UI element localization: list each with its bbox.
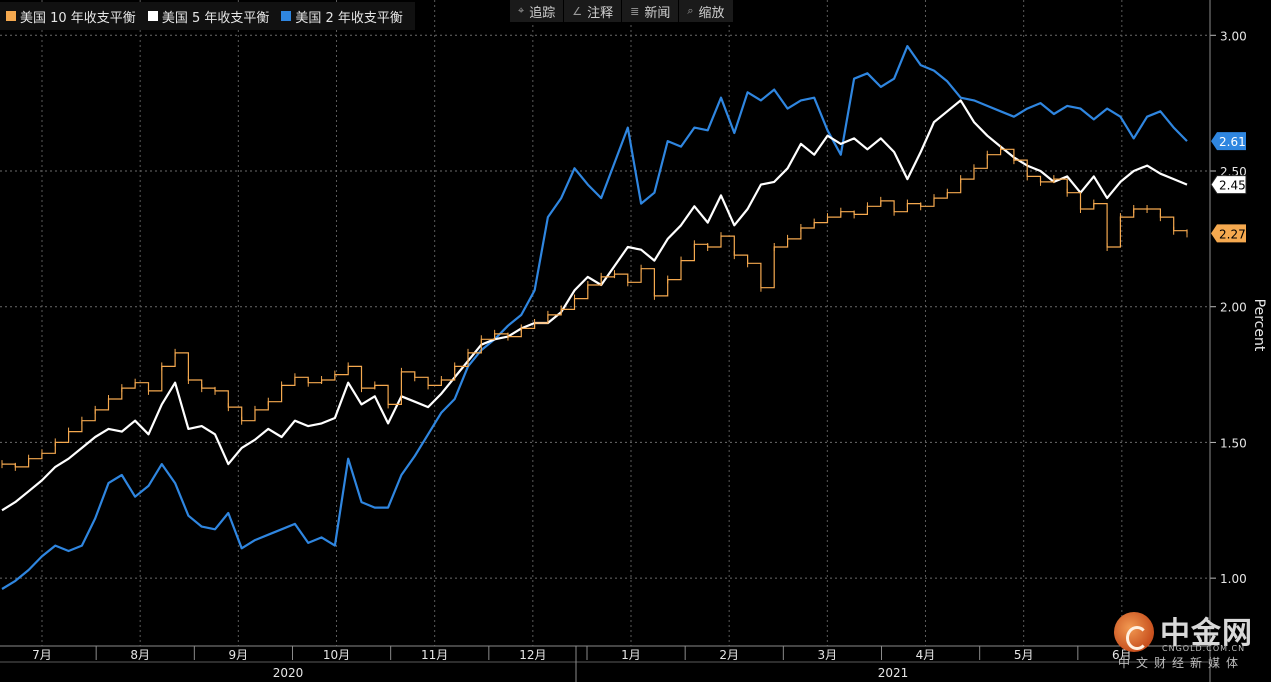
x-year-label: 2020 (273, 666, 304, 680)
track-button[interactable]: ⌖ 追踪 (510, 0, 565, 22)
zoom-label: 缩放 (698, 5, 725, 21)
x-tick-label: 4月 (916, 648, 936, 662)
annotate-label: 注释 (587, 5, 614, 21)
legend-swatch-5y (147, 11, 158, 21)
zoom-button[interactable]: ⌕ 缩放 (679, 0, 734, 22)
x-tick-label: 2月 (719, 648, 739, 662)
y-tick-label: 1.00 (1220, 572, 1247, 586)
y-tick-label: 3.00 (1220, 29, 1247, 43)
legend-label-10y: 美国 10 年收支平衡 (20, 10, 136, 26)
y-tick-label: 2.00 (1220, 301, 1247, 315)
x-tick-label: 3月 (818, 648, 838, 662)
series-5y-line (1, 99, 1188, 512)
cngold-logo: 中金网 CNGOLD.COM.CN 中文财经新媒体 (1114, 608, 1264, 672)
logo-domain: CNGOLD.COM.CN (1162, 644, 1246, 653)
x-tick-label: 12月 (519, 648, 546, 662)
crosshair-icon: ⌖ (518, 4, 525, 17)
x-tick-label: 11月 (421, 648, 448, 662)
chart-toolbar: ⌖ 追踪 ∠ 注释 ≣ 新闻 ⌕ 缩放 (510, 0, 734, 22)
chart-canvas: 1.001.502.002.503.00Percent7月 8月 9月 10月 11月 1… (0, 0, 1267, 682)
y-axis-label: Percent (1251, 299, 1267, 352)
x-tick-label: 9月 (229, 648, 249, 662)
legend-item-2y[interactable]: 美国 2 年收支平衡 (281, 7, 403, 26)
x-year-label: 2021 (878, 666, 909, 680)
last-value-label: 2.45 (1219, 179, 1246, 193)
legend-item-10y[interactable]: 美国 10 年收支平衡 (6, 7, 136, 26)
chart-legend: 美国 10 年收支平衡 美国 5 年收支平衡 美国 2 年收支平衡 (0, 2, 415, 30)
legend-swatch-2y (281, 11, 292, 21)
last-value-label: 2.61 (1219, 135, 1246, 149)
last-value-label: 2.27 (1219, 227, 1246, 241)
x-tick-label: 5月 (1014, 648, 1034, 662)
legend-item-5y[interactable]: 美国 5 年收支平衡 (147, 7, 270, 26)
x-tick-label: 10月 (323, 648, 350, 662)
x-tick-label: 1月 (621, 648, 641, 662)
annotate-icon: ∠ (572, 4, 583, 18)
zoom-icon: ⌕ (687, 4, 694, 17)
legend-label-2y: 美国 2 年收支平衡 (295, 10, 403, 26)
x-tick-label: 7月 (32, 648, 52, 662)
x-tick-label: 8月 (130, 648, 150, 662)
y-tick-label: 1.50 (1220, 436, 1247, 450)
track-label: 追踪 (529, 5, 556, 21)
series-10y-line (2, 148, 1188, 468)
news-label: 新闻 (644, 5, 671, 21)
legend-label-5y: 美国 5 年收支平衡 (161, 10, 270, 26)
legend-swatch-10y (6, 11, 16, 21)
logo-emblem-icon (1114, 612, 1154, 652)
logo-tagline: 中文财经新媒体 (1118, 656, 1245, 670)
news-icon: ≣ (630, 4, 640, 18)
annotate-button[interactable]: ∠ 注释 (564, 0, 623, 22)
series-2y-line (1, 45, 1188, 590)
news-button[interactable]: ≣ 新闻 (622, 0, 680, 22)
